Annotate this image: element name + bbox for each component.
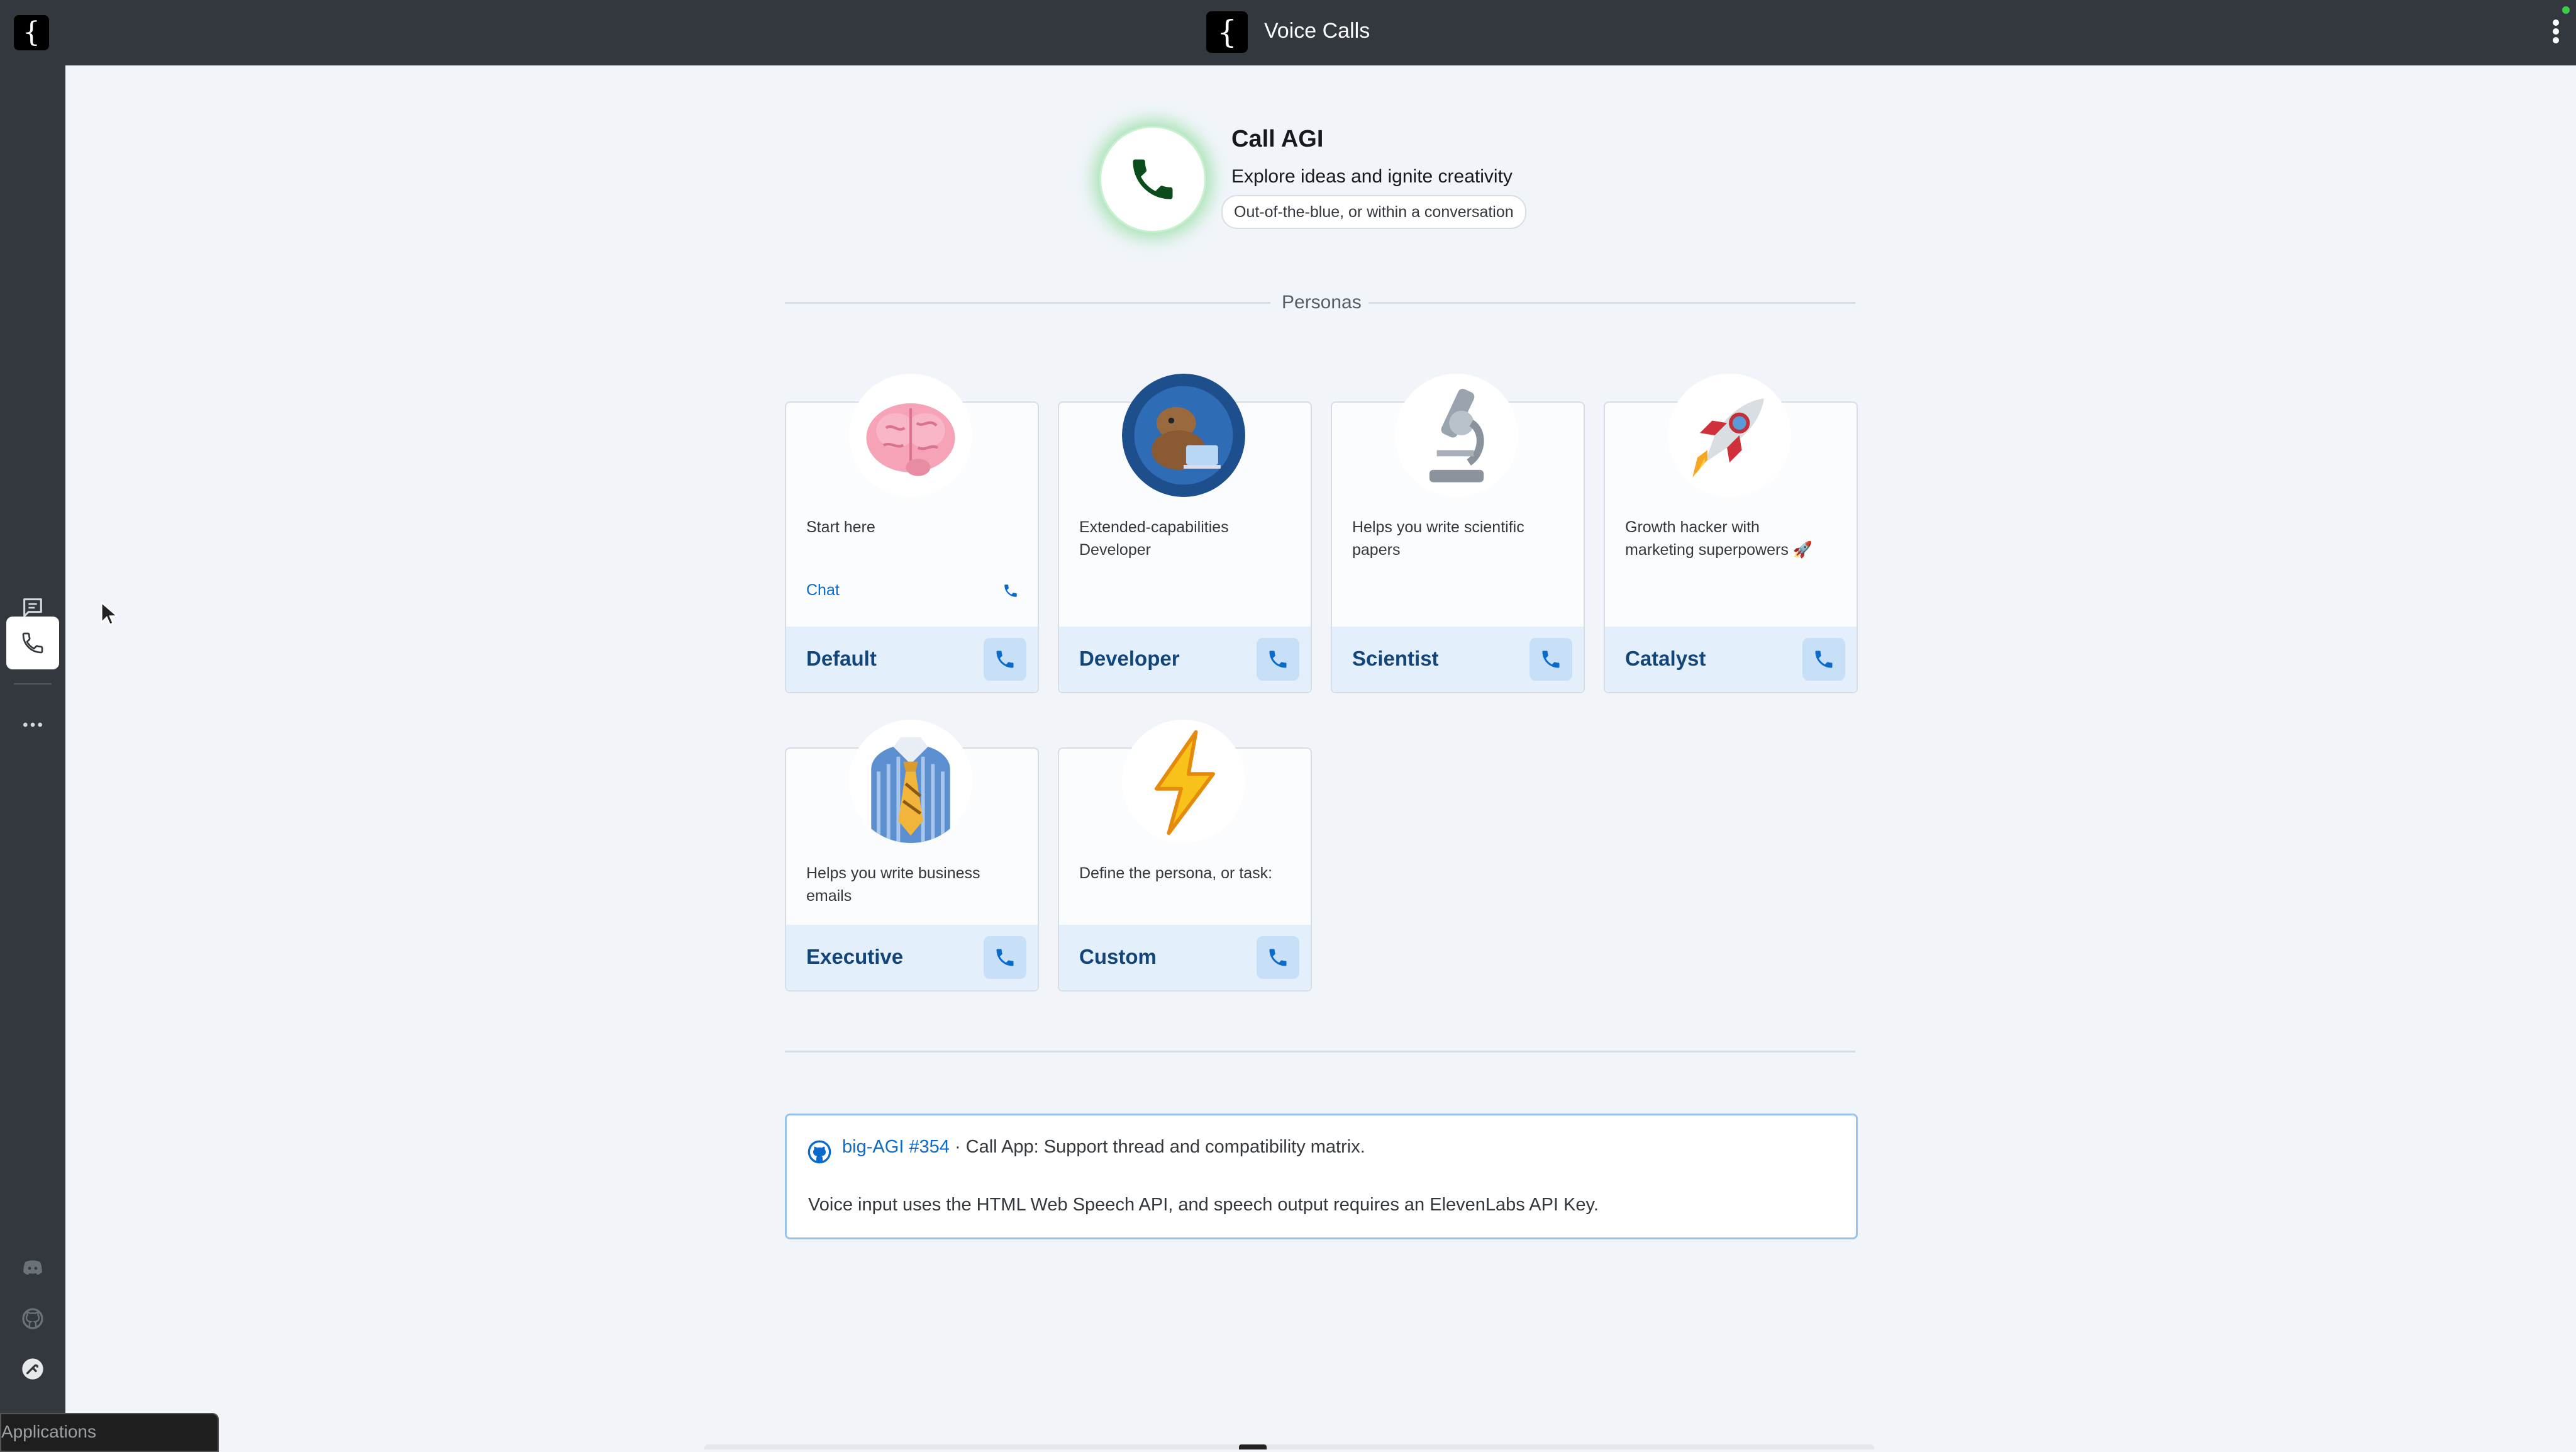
phone-icon: [1542, 651, 1560, 668]
hero-chip: Out-of-the-blue, or within a conversatio…: [1221, 195, 1526, 229]
call-agi-button[interactable]: [1099, 126, 1206, 233]
applications-tooltip: Applications: [0, 1413, 219, 1452]
phone-icon: [1269, 949, 1287, 966]
persona-card-catalyst[interactable]: Growth hacker with marketing superpowers…: [1604, 374, 1858, 693]
persona-footer: Scientist: [1332, 627, 1584, 692]
persona-card-executive[interactable]: Helps you write business emails Executiv…: [785, 720, 1039, 991]
persona-description: Extended-capabilities Developer: [1079, 518, 1229, 559]
persona-footer: Default: [786, 627, 1038, 692]
top-bar: { { Voice Calls: [0, 0, 2576, 65]
mouse-cursor-icon: [101, 601, 117, 625]
persona-description: Helps you write business emails: [806, 864, 980, 905]
hero-subtitle: Explore ideas and ignite creativity: [1231, 166, 1513, 187]
persona-footer: Custom: [1059, 925, 1311, 990]
brain-icon: [849, 374, 972, 497]
developer-icon: [1122, 374, 1245, 497]
persona-name: Executive: [806, 945, 904, 968]
microscope-icon: [1395, 374, 1518, 497]
persona-name: Default: [806, 647, 877, 670]
call-persona-button[interactable]: [984, 638, 1026, 681]
necktie-icon: [849, 720, 972, 843]
info-box: big-AGI #354 · Call App: Support thread …: [785, 1114, 1858, 1239]
sidebar-divider: [14, 683, 52, 684]
phone-icon: [1815, 651, 1833, 668]
persona-name: Developer: [1079, 647, 1180, 670]
github-link[interactable]: [6, 1292, 59, 1345]
divider-left: [785, 302, 1270, 304]
call-persona-button[interactable]: [1802, 638, 1845, 681]
persona-name: Scientist: [1352, 647, 1439, 670]
persona-card-default[interactable]: Start here Chat Default: [785, 374, 1039, 693]
persona-name: Catalyst: [1625, 647, 1706, 670]
page-title: Voice Calls: [1264, 19, 1370, 43]
phone-icon: [22, 632, 43, 654]
persona-card-custom[interactable]: Define the persona, or task: Custom: [1058, 720, 1312, 991]
more-menu-button[interactable]: [2550, 18, 2562, 48]
persona-card-scientist[interactable]: Helps you write scientific papers Scient…: [1331, 374, 1585, 693]
call-persona-button[interactable]: [1257, 936, 1299, 979]
title-logo-icon: {: [1206, 11, 1248, 53]
info-note: Voice input uses the HTML Web Speech API…: [808, 1195, 1599, 1215]
personas-heading: Personas: [1282, 292, 1362, 313]
lightning-icon: [1122, 720, 1245, 843]
github-icon: [22, 1308, 43, 1329]
persona-footer: Catalyst: [1605, 627, 1857, 692]
rocket-icon: [1668, 374, 1791, 497]
discord-icon: [23, 1260, 42, 1275]
divider-right: [1368, 302, 1855, 304]
persona-description: Define the persona, or task:: [1079, 864, 1273, 882]
bottom-dock-peek: [704, 1444, 1874, 1449]
persona-footer: Executive: [786, 925, 1038, 990]
status-dot-icon: [2562, 6, 2570, 14]
support-thread-link[interactable]: big-AGI #354: [842, 1137, 950, 1157]
info-line: big-AGI #354 · Call App: Support thread …: [808, 1137, 1365, 1158]
phone-icon: [1269, 651, 1287, 668]
persona-footer: Developer: [1059, 627, 1311, 692]
sidebar-item-more[interactable]: [6, 698, 59, 751]
phone-icon: [1133, 159, 1173, 199]
app-logo-icon[interactable]: {: [14, 15, 49, 50]
phone-icon: [996, 651, 1014, 668]
phone-icon[interactable]: [1002, 583, 1019, 599]
sidebar-item-call[interactable]: [6, 617, 59, 669]
persona-card-developer[interactable]: Extended-capabilities Developer Develope…: [1058, 374, 1312, 693]
persona-chat-link[interactable]: Chat: [806, 581, 840, 600]
info-link-suffix: · Call App: Support thread and compatibi…: [949, 1137, 1365, 1157]
persona-description: Helps you write scientific papers: [1352, 518, 1524, 559]
phone-icon: [996, 949, 1014, 966]
section-divider: [785, 1051, 1855, 1053]
persona-description: Start here: [806, 518, 875, 536]
persona-description: Growth hacker with marketing superpowers…: [1625, 518, 1813, 559]
persona-name: Custom: [1079, 945, 1157, 968]
sidebar: [0, 65, 65, 1449]
more-icon: [23, 722, 42, 727]
support-icon: [22, 1358, 43, 1380]
discord-link[interactable]: [6, 1242, 59, 1295]
support-link[interactable]: [6, 1343, 59, 1395]
call-persona-button[interactable]: [1257, 638, 1299, 681]
hero-title: Call AGI: [1231, 126, 1324, 152]
call-persona-button[interactable]: [984, 936, 1026, 979]
call-persona-button[interactable]: [1530, 638, 1572, 681]
